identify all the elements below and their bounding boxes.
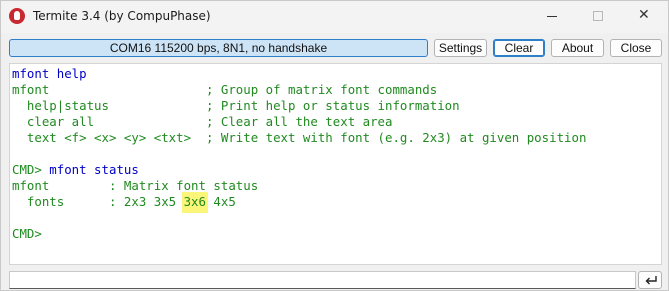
close-icon: ✕ <box>638 7 650 23</box>
connection-status[interactable]: COM16 115200 bps, 8N1, no handshake <box>9 39 428 57</box>
terminal-line: CMD> mfont status <box>12 162 139 178</box>
app-icon <box>9 8 25 24</box>
about-button[interactable]: About <box>551 39 604 57</box>
terminal-line: mfont ; Group of matrix font commands <box>12 82 438 97</box>
minimize-icon <box>547 16 557 17</box>
window-title: Termite 3.4 (by CompuPhase) <box>33 9 211 23</box>
close-button[interactable]: Close <box>610 39 662 57</box>
command-text: mfont status <box>41 162 139 177</box>
close-window-button[interactable]: ✕ <box>621 1 667 32</box>
terminal-line: help|status ; Print help or status infor… <box>12 98 460 113</box>
command-input[interactable] <box>9 271 636 289</box>
terminal-prompt: CMD> <box>12 226 42 241</box>
termite-window: Termite 3.4 (by CompuPhase) ✕ COM16 1152… <box>0 0 669 291</box>
terminal-line: text <f> <x> <y> <txt> ; Write text with… <box>12 130 587 145</box>
terminal-output[interactable]: mfont help mfont ; Group of matrix font … <box>9 63 662 265</box>
clear-button[interactable]: Clear <box>493 39 545 57</box>
terminal-line: mfont : Matrix font status <box>12 178 259 193</box>
title-bar: Termite 3.4 (by CompuPhase) ✕ <box>1 1 668 33</box>
highlighted-font: 3x6 <box>181 192 208 213</box>
prompt-text: CMD> <box>12 162 42 177</box>
terminal-line: clear all ; Clear all the text area <box>12 114 393 129</box>
minimize-button[interactable] <box>529 1 575 32</box>
maximize-icon <box>593 11 603 21</box>
settings-button[interactable]: Settings <box>434 39 487 57</box>
enter-icon <box>645 276 657 285</box>
fonts-suffix: 4x5 <box>205 194 236 209</box>
maximize-button[interactable] <box>575 1 621 32</box>
terminal-line: mfont help <box>12 66 87 81</box>
send-button[interactable] <box>638 271 662 289</box>
terminal-line: fonts : 2x3 3x5 3x6 4x5 <box>12 192 236 213</box>
fonts-prefix: fonts : 2x3 3x5 <box>12 194 184 209</box>
